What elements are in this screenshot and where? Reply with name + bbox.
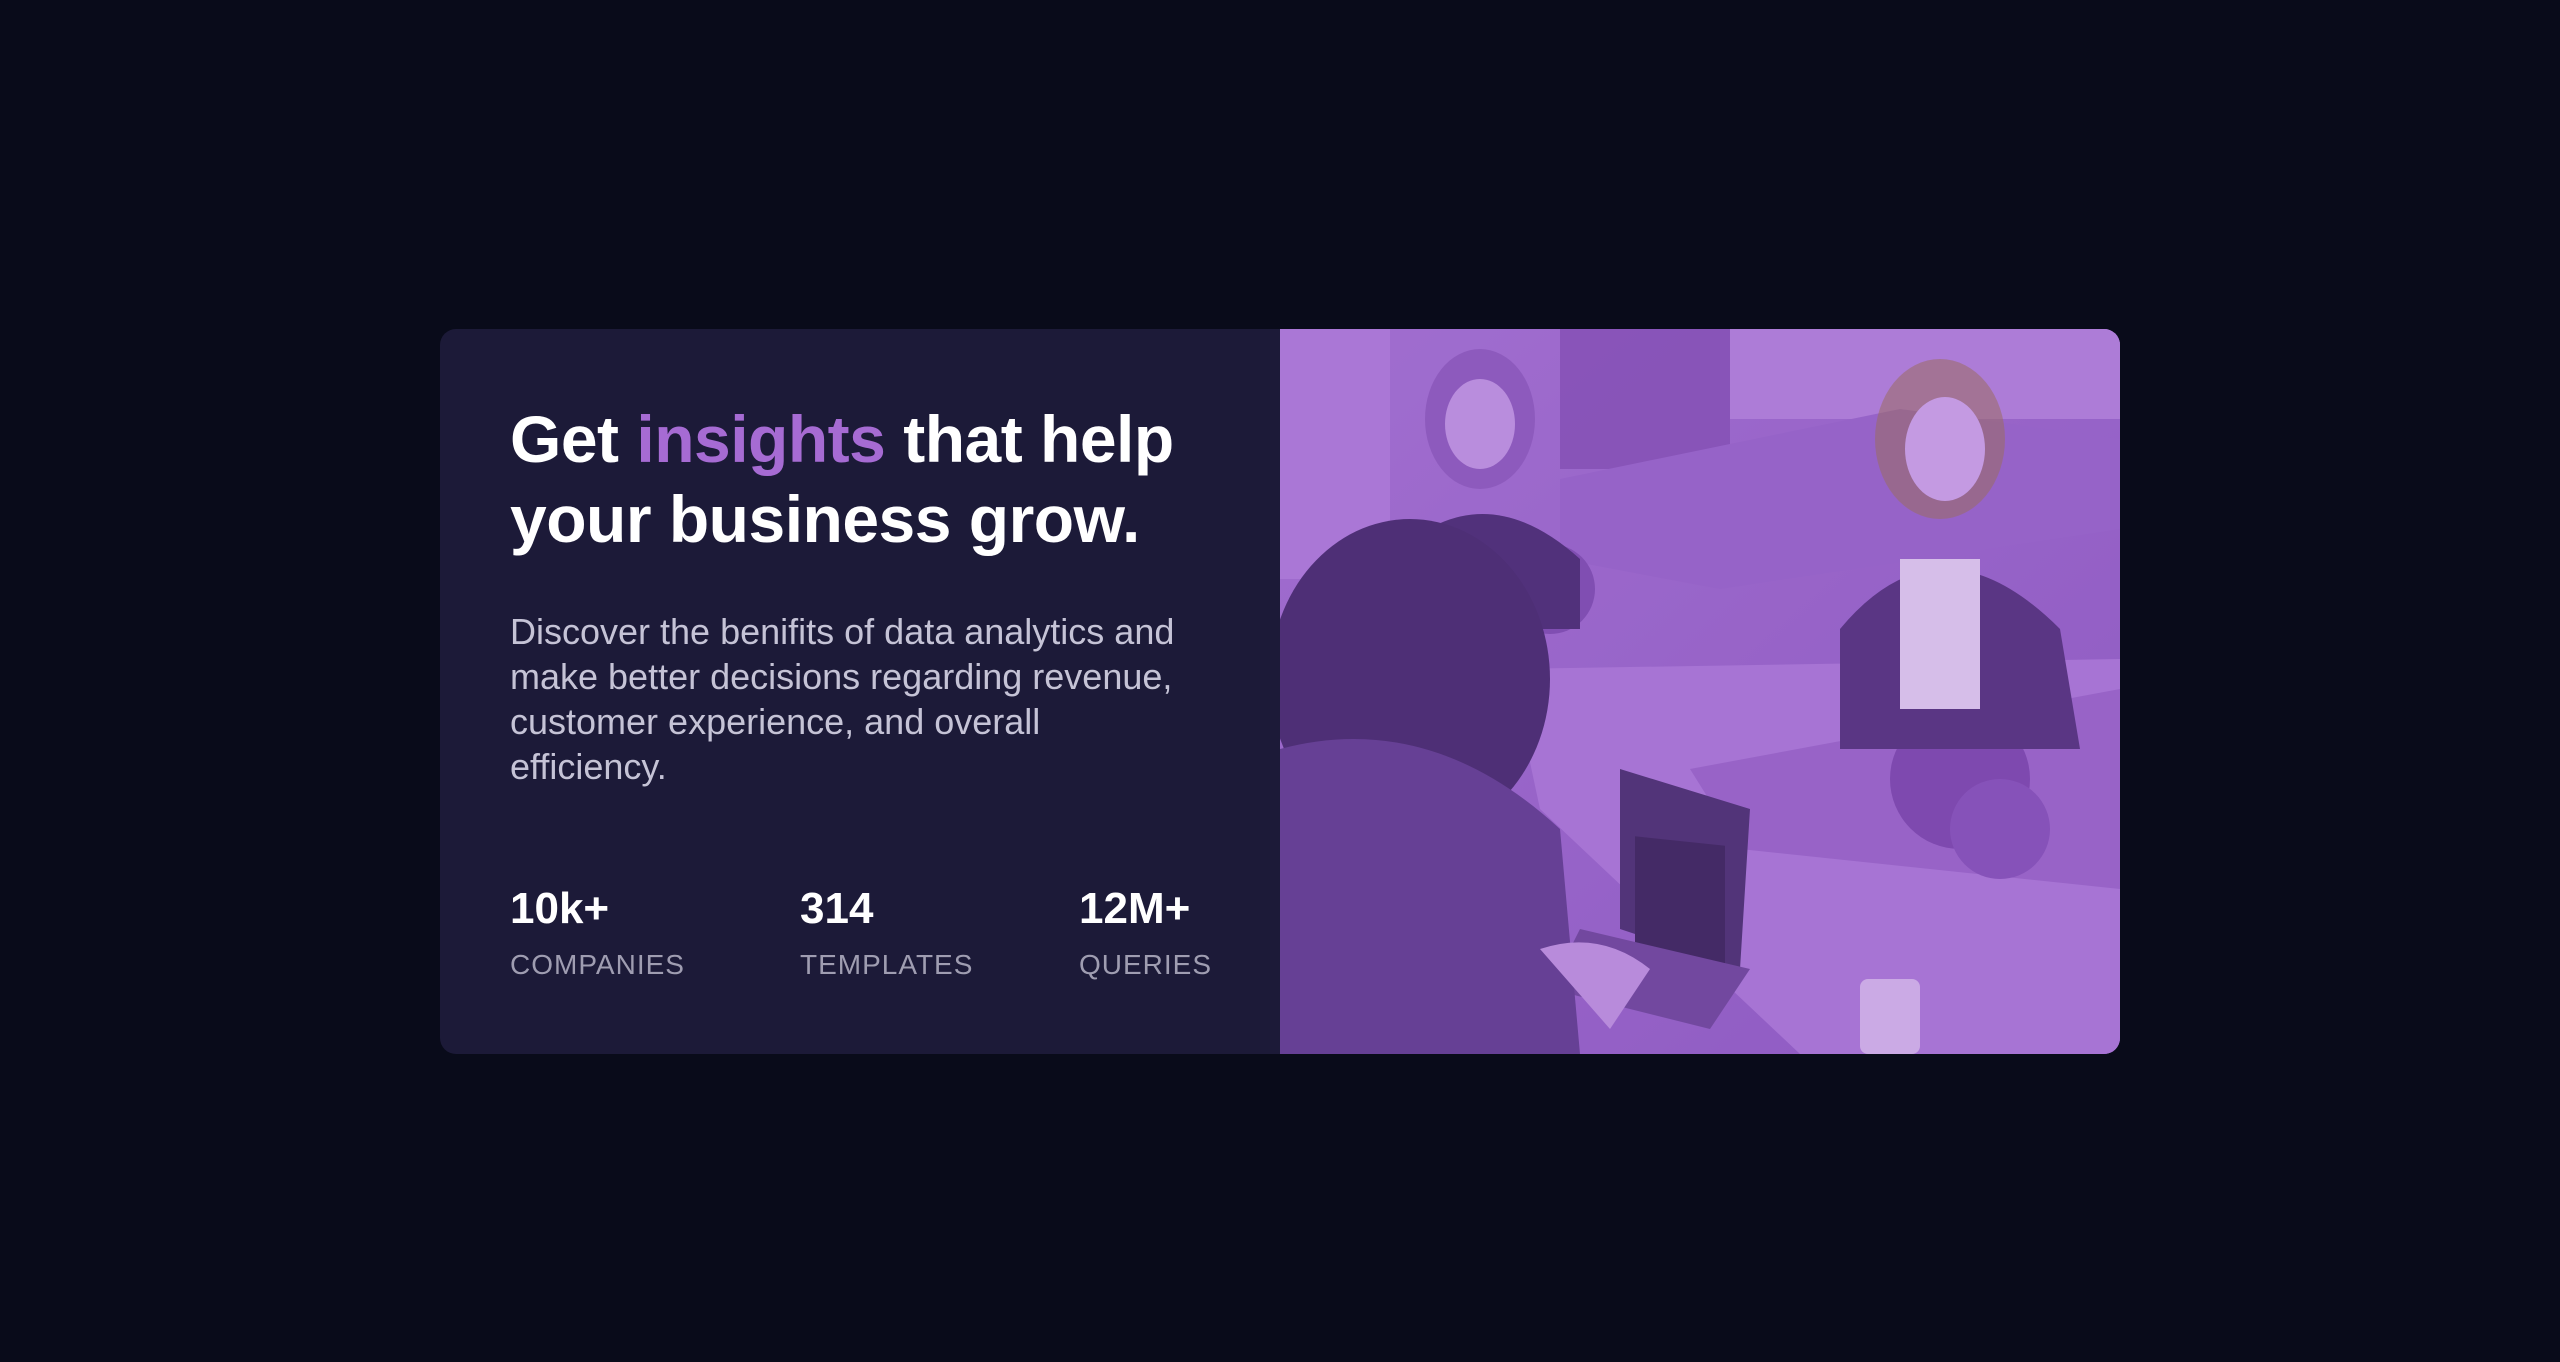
stat-templates: 314 TEMPLATES [800,884,973,981]
card-description: Discover the benifits of data analytics … [510,611,1175,787]
stat-value: 314 [800,884,874,933]
card-heading: Get insights that help your business gro… [510,399,1210,559]
stat-companies: 10k+ COMPANIES [510,884,685,981]
heading-accent-word: insights [636,402,886,476]
stats-row: 10k+ COMPANIES 314 TEMPLATES 12M+ QUERIE… [510,884,1230,994]
heading-text-before: Get [510,402,637,476]
office-photo [1280,329,2120,1054]
card-content: Get insights that help your business gro… [440,329,1280,1054]
stats-preview-card: Get insights that help your business gro… [440,329,2120,1054]
stat-queries: 12M+ QUERIES [1079,884,1212,981]
stat-value: 12M+ [1079,884,1191,933]
stat-label: QUERIES [1079,949,1213,980]
office-photo-illustration [1280,329,2120,1054]
stat-label: COMPANIES [510,949,685,980]
stat-label: TEMPLATES [800,949,974,980]
stat-value: 10k+ [510,884,610,933]
